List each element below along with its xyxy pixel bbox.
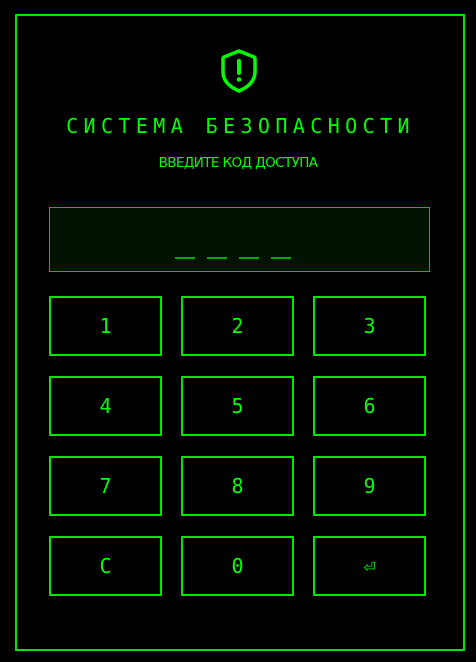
code-slot [271, 257, 291, 259]
key-6-button[interactable]: 6 [313, 376, 426, 436]
key-4-button[interactable]: 4 [49, 376, 162, 436]
key-8-button[interactable]: 8 [181, 456, 294, 516]
shield-alert-icon [221, 49, 257, 93]
code-display [49, 207, 430, 272]
page-subtitle: ВВЕДИТЕ КОД ДОСТУПА [158, 155, 318, 171]
key-7-button[interactable]: 7 [49, 456, 162, 516]
code-slot [239, 257, 259, 259]
page-title: СИСТЕМА БЕЗОПАСНОСТИ [66, 114, 415, 138]
enter-button[interactable]: ⏎ [313, 536, 426, 596]
key-1-button[interactable]: 1 [49, 296, 162, 356]
key-0-button[interactable]: 0 [181, 536, 294, 596]
code-slot [175, 257, 195, 259]
key-5-button[interactable]: 5 [181, 376, 294, 436]
clear-button[interactable]: C [49, 536, 162, 596]
key-2-button[interactable]: 2 [181, 296, 294, 356]
key-9-button[interactable]: 9 [313, 456, 426, 516]
code-slot [207, 257, 227, 259]
key-3-button[interactable]: 3 [313, 296, 426, 356]
